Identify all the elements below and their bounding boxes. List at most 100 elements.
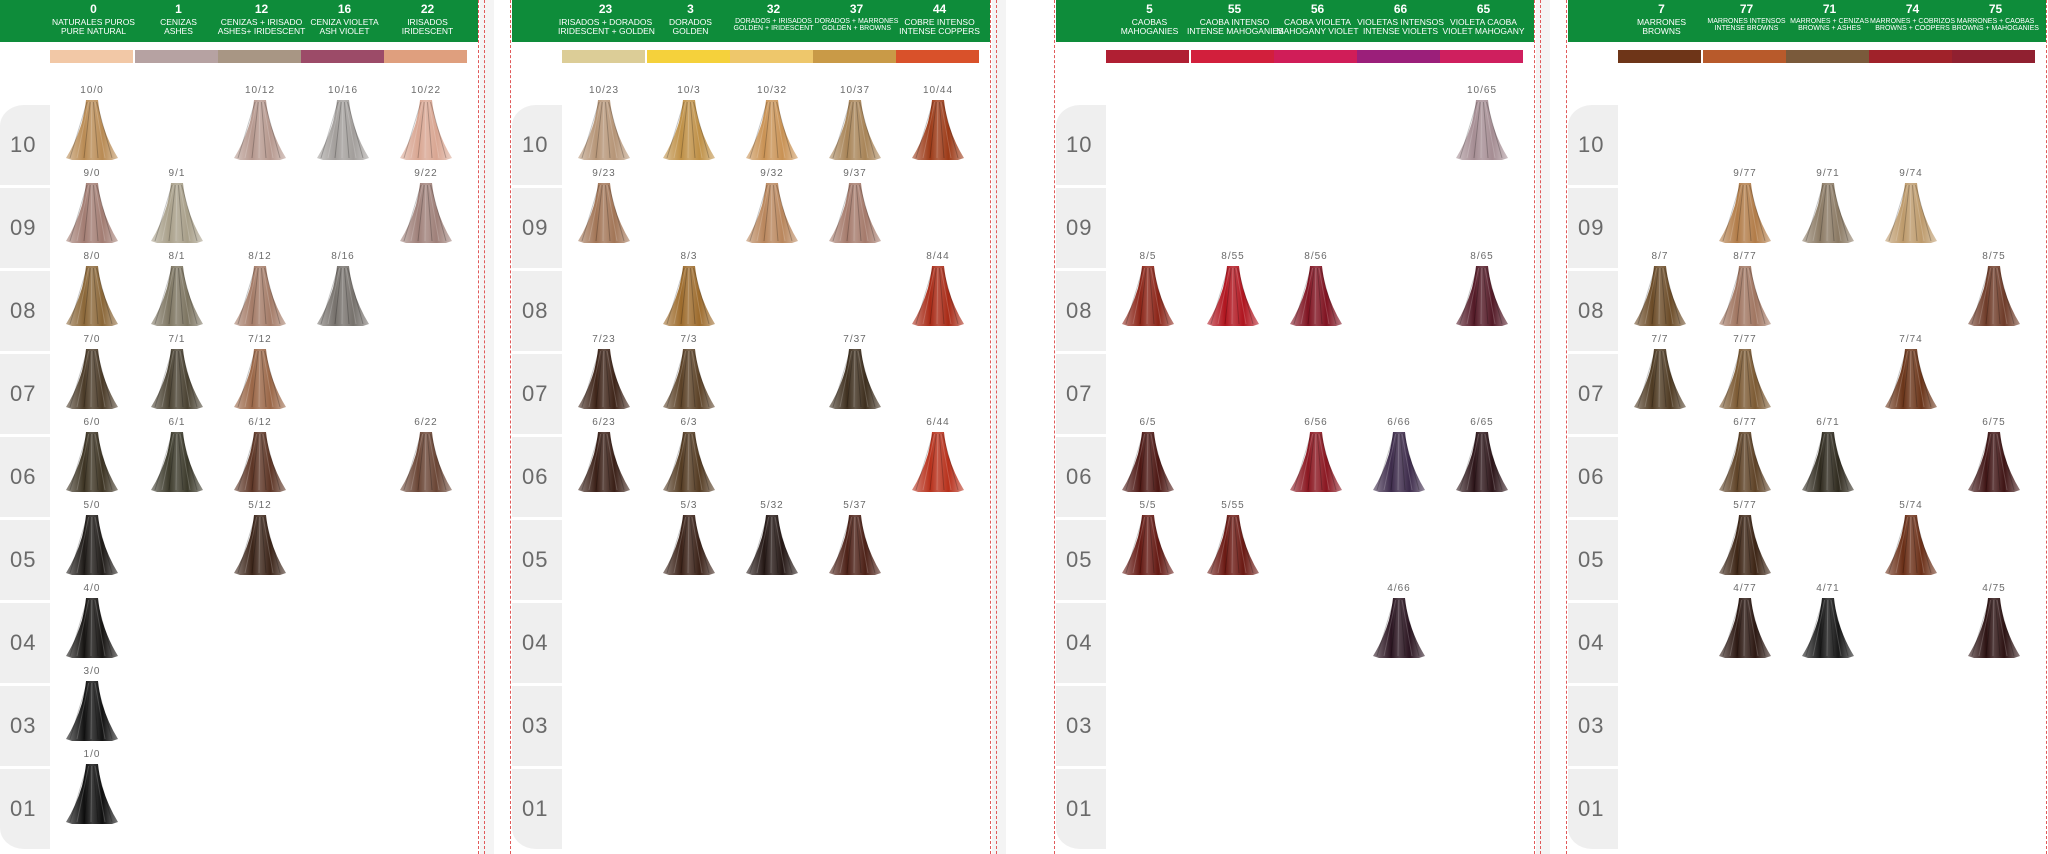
hair-swatch[interactable]: 10/0	[52, 85, 132, 165]
hair-swatch[interactable]: 10/3	[649, 85, 729, 165]
hair-swatch[interactable]: 6/3	[649, 417, 729, 497]
column-header: 77 MARRONES INTENSOS INTENSE BROWNS	[1699, 3, 1794, 32]
hair-swatch[interactable]: 10/44	[898, 85, 978, 165]
hair-swatch[interactable]: 8/75	[1954, 251, 2034, 331]
hair-swatch[interactable]: 8/3	[649, 251, 729, 331]
hair-swatch[interactable]: 9/37	[815, 168, 895, 248]
hair-swatch[interactable]: 10/65	[1442, 85, 1522, 165]
hair-swatch-icon	[1719, 515, 1771, 575]
hair-swatch[interactable]: 5/74	[1871, 500, 1951, 580]
hair-swatch[interactable]: 3/0	[52, 666, 132, 746]
column-name-en: IRIDESCENT	[401, 25, 454, 36]
hair-swatch-icon	[66, 764, 118, 824]
column-header: 23 IRISADOS + DORADOS IRIDESCENT + GOLDEN	[558, 3, 655, 35]
hair-swatch[interactable]: 8/56	[1276, 251, 1356, 331]
hair-swatch[interactable]: 10/12	[220, 85, 300, 165]
hair-swatch[interactable]: 8/65	[1442, 251, 1522, 331]
column-name-en: ASHES+ IRIDESCENT	[217, 25, 306, 36]
color-bar-segment	[1440, 50, 1523, 63]
swatch-code: 5/32	[760, 500, 784, 511]
hair-swatch[interactable]: 10/32	[732, 85, 812, 165]
hair-swatch[interactable]: 9/32	[732, 168, 812, 248]
hair-swatch[interactable]: 10/37	[815, 85, 895, 165]
hair-swatch[interactable]: 10/16	[303, 85, 383, 165]
hair-swatch[interactable]: 7/1	[137, 334, 217, 414]
hair-swatch[interactable]: 7/12	[220, 334, 300, 414]
hair-swatch[interactable]: 8/0	[52, 251, 132, 331]
hair-swatch[interactable]: 8/16	[303, 251, 383, 331]
level-label: 06	[1066, 464, 1093, 489]
column-name-en: GOLDEN	[672, 25, 709, 36]
hair-swatch[interactable]: 5/55	[1193, 500, 1273, 580]
hair-swatch[interactable]: 6/1	[137, 417, 217, 497]
hair-swatch[interactable]: 9/0	[52, 168, 132, 248]
hair-swatch-icon	[234, 100, 286, 160]
hair-swatch[interactable]: 7/0	[52, 334, 132, 414]
hair-swatch[interactable]: 8/7	[1620, 251, 1700, 331]
hair-swatch[interactable]: 9/23	[564, 168, 644, 248]
hair-swatch[interactable]: 8/12	[220, 251, 300, 331]
hair-swatch[interactable]: 10/23	[564, 85, 644, 165]
hair-swatch[interactable]: 9/22	[386, 168, 466, 248]
hair-swatch[interactable]: 10/22	[386, 85, 466, 165]
hair-swatch-icon	[746, 515, 798, 575]
hair-swatch[interactable]: 6/23	[564, 417, 644, 497]
hair-swatch[interactable]: 7/37	[815, 334, 895, 414]
level-label: 01	[1578, 796, 1605, 821]
hair-swatch[interactable]: 9/74	[1871, 168, 1951, 248]
hair-swatch[interactable]: 6/22	[386, 417, 466, 497]
hair-swatch[interactable]: 7/74	[1871, 334, 1951, 414]
hair-swatch[interactable]: 7/77	[1705, 334, 1785, 414]
hair-swatch[interactable]: 1/0	[52, 749, 132, 829]
swatch-code: 9/32	[760, 168, 784, 179]
hair-swatch[interactable]: 4/66	[1359, 583, 1439, 663]
hair-swatch[interactable]: 6/44	[898, 417, 978, 497]
hair-swatch[interactable]: 5/5	[1108, 500, 1188, 580]
level-label: 08	[10, 298, 37, 323]
hair-swatch[interactable]: 8/44	[898, 251, 978, 331]
swatch-code: 10/23	[588, 85, 620, 96]
hair-swatch[interactable]: 5/12	[220, 500, 300, 580]
hair-swatch[interactable]: 5/77	[1705, 500, 1785, 580]
hair-swatch[interactable]: 7/7	[1620, 334, 1700, 414]
hair-swatch[interactable]: 6/66	[1359, 417, 1439, 497]
hair-swatch[interactable]: 4/75	[1954, 583, 2034, 663]
hair-swatch[interactable]: 6/56	[1276, 417, 1356, 497]
hair-swatch[interactable]: 7/3	[649, 334, 729, 414]
hair-swatch-icon	[912, 100, 964, 160]
hair-swatch[interactable]: 6/71	[1788, 417, 1868, 497]
hair-swatch[interactable]: 9/1	[137, 168, 217, 248]
level-tab: 09	[0, 185, 50, 271]
swatch-code: 7/0	[83, 334, 101, 345]
hair-swatch[interactable]: 6/65	[1442, 417, 1522, 497]
hair-swatch[interactable]: 7/23	[564, 334, 644, 414]
hair-swatch[interactable]: 9/77	[1705, 168, 1785, 248]
column-name-es: MARRONES INTENSOS	[1707, 17, 1786, 25]
hair-swatch[interactable]: 6/77	[1705, 417, 1785, 497]
hair-swatch[interactable]: 8/55	[1193, 251, 1273, 331]
hair-swatch[interactable]: 6/5	[1108, 417, 1188, 497]
color-bar-segment	[562, 50, 645, 63]
hair-swatch[interactable]: 4/71	[1788, 583, 1868, 663]
level-tab: 10	[1056, 102, 1106, 188]
color-bar-segment	[1106, 50, 1189, 63]
hair-swatch[interactable]: 5/37	[815, 500, 895, 580]
hair-swatch[interactable]: 6/75	[1954, 417, 2034, 497]
hair-swatch[interactable]: 5/32	[732, 500, 812, 580]
hair-swatch-icon	[400, 100, 452, 160]
hair-swatch[interactable]: 4/77	[1705, 583, 1785, 663]
hair-swatch[interactable]: 4/0	[52, 583, 132, 663]
hair-swatch[interactable]: 8/77	[1705, 251, 1785, 331]
hair-swatch[interactable]: 6/0	[52, 417, 132, 497]
hair-swatch[interactable]: 5/0	[52, 500, 132, 580]
hair-swatch[interactable]: 5/3	[649, 500, 729, 580]
hair-swatch[interactable]: 8/1	[137, 251, 217, 331]
hair-swatch[interactable]: 8/5	[1108, 251, 1188, 331]
color-bar-segment	[1274, 50, 1357, 63]
hair-swatch-icon	[829, 100, 881, 160]
hair-swatch-icon	[663, 100, 715, 160]
hair-swatch-icon	[1290, 266, 1342, 326]
hair-swatch[interactable]: 9/71	[1788, 168, 1868, 248]
hair-swatch[interactable]: 6/12	[220, 417, 300, 497]
color-bar	[1618, 50, 2035, 63]
